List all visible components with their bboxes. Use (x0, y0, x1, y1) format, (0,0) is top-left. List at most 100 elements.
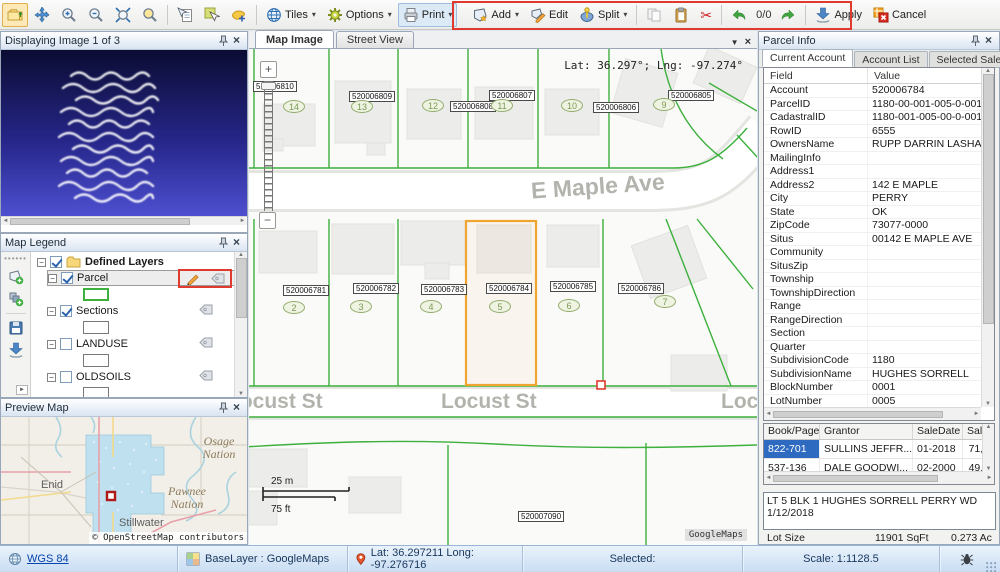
projection-link[interactable]: WGS 84 (27, 553, 69, 565)
scroll-down-icon[interactable]: ▼ (984, 466, 993, 472)
oldsoils-style-swatch[interactable] (83, 387, 109, 397)
lot-number[interactable]: 2 (283, 301, 305, 314)
tiles-button[interactable]: Tiles ▾ (261, 3, 321, 27)
overview-map[interactable]: Enid Osage Nation Pawnee Nation Stillwat… (1, 417, 247, 544)
lot-number[interactable]: 7 (654, 295, 676, 308)
parcel-id-label[interactable]: 520006784 (486, 283, 533, 294)
pin-icon[interactable] (969, 34, 982, 47)
tab-street-view[interactable]: Street View (335, 31, 414, 48)
zoom-slider-handle[interactable] (261, 82, 276, 90)
layer-checkbox[interactable] (60, 338, 72, 350)
landuse-style-swatch[interactable] (83, 354, 109, 367)
pan-button[interactable] (29, 3, 55, 27)
redo-button[interactable] (775, 3, 801, 27)
pin-icon[interactable] (217, 236, 230, 249)
zoom-in-button[interactable] (56, 3, 82, 27)
field-row[interactable]: Quarter (764, 340, 981, 354)
field-row[interactable]: SubdivisionName HUGHES SORRELL (764, 367, 981, 381)
sections-style-swatch[interactable] (83, 321, 109, 334)
field-row[interactable]: Situs 00142 E MAPLE AVE (764, 232, 981, 246)
cancel-button[interactable]: Cancel (868, 3, 931, 27)
close-icon[interactable]: × (982, 34, 995, 47)
parcel-id-label[interactable]: 520006806 (593, 102, 640, 113)
sales-hscrollbar[interactable]: ◄ ► (764, 471, 994, 484)
zoom-slider-track[interactable] (264, 81, 273, 211)
add-group-layer-button[interactable] (8, 291, 24, 307)
zoom-selection-button[interactable] (137, 3, 163, 27)
field-row[interactable]: Address1 (764, 165, 981, 179)
lot-number[interactable]: 4 (420, 300, 442, 313)
add-feature-layer-button[interactable] (8, 269, 24, 285)
layer-checkbox[interactable] (60, 371, 72, 383)
close-map-tab-icon[interactable]: × (745, 36, 751, 48)
drag-handle[interactable]: •••••• (4, 254, 27, 263)
lot-number[interactable]: 10 (561, 99, 583, 112)
scroll-left-icon[interactable]: ◄ (1, 218, 10, 224)
resize-grip[interactable] (986, 562, 996, 572)
parcel-id-label[interactable]: 520007090 (518, 511, 565, 522)
legal-description-box[interactable]: LT 5 BLK 1 HUGHES SORRELL PERRY WD 1/12/… (763, 492, 996, 530)
column-header-field[interactable]: Field (764, 68, 868, 83)
scroll-right-icon[interactable]: ► (972, 411, 981, 417)
column-header-grantor[interactable]: Grantor (820, 424, 913, 439)
scroll-thumb[interactable] (773, 474, 938, 482)
layer-checkbox[interactable] (60, 305, 72, 317)
field-row[interactable]: Range (764, 300, 981, 314)
parcel-id-label[interactable]: 520006785 (550, 281, 597, 292)
edit-parcel-button[interactable]: Edit (525, 3, 573, 27)
lot-number[interactable]: 12 (422, 99, 444, 112)
scroll-thumb[interactable] (982, 74, 994, 324)
split-parcel-button[interactable]: Split ▾ (574, 3, 632, 27)
edit-style-pencil-icon[interactable] (185, 272, 201, 285)
image-horizontal-scrollbar[interactable]: ◄ ► (1, 216, 247, 225)
collapse-icon[interactable]: − (47, 306, 56, 316)
collapse-icon[interactable]: − (48, 273, 57, 283)
column-header-bookpage[interactable]: Book/Page (764, 424, 820, 439)
vertex-marker[interactable] (596, 380, 606, 390)
apply-button[interactable]: Apply (810, 3, 867, 27)
scroll-up-icon[interactable]: ▲ (984, 424, 993, 430)
paste-button[interactable] (668, 3, 694, 27)
field-row[interactable]: State OK (764, 205, 981, 219)
scroll-right-icon[interactable]: ► (985, 475, 994, 481)
column-header-saledate[interactable]: SaleDate (913, 424, 963, 439)
layer-row-parcel[interactable]: − Parcel (47, 268, 235, 288)
baselayer-text[interactable]: BaseLayer : GoogleMaps (205, 553, 329, 565)
field-row[interactable]: Community (764, 246, 981, 260)
map-zoom-out-button[interactable]: − (259, 212, 276, 229)
field-row[interactable]: Section (764, 327, 981, 341)
zoom-extent-button[interactable] (110, 3, 136, 27)
tab-menu-chevron-icon[interactable]: ▼ (731, 38, 739, 47)
map-zoom-in-button[interactable]: + (260, 61, 277, 78)
print-button[interactable]: Print ▾ (397, 2, 458, 27)
layer-row-sections[interactable]: − Sections (47, 303, 247, 319)
field-grid-hscrollbar[interactable]: ◄ ► (764, 407, 981, 420)
cut-button[interactable]: ✂ (695, 3, 717, 27)
field-row[interactable]: Township (764, 273, 981, 287)
zoom-out-button[interactable] (83, 3, 109, 27)
field-row[interactable]: ZipCode 73077-0000 (764, 219, 981, 233)
debug-bug-icon[interactable] (960, 553, 974, 566)
field-row[interactable]: City PERRY (764, 192, 981, 206)
tab-selected-sales[interactable]: Selected Sales (928, 51, 1000, 67)
field-row[interactable]: RangeDirection (764, 313, 981, 327)
layer-row-oldsoils[interactable]: − OLDSOILS (47, 369, 247, 385)
field-row[interactable]: SubdivisionCode 1180 (764, 354, 981, 368)
sale-row[interactable]: 822-701 SULLINS JEFFR... 01-2018 71,0 (764, 440, 994, 459)
sale-bookpage[interactable]: 822-701 (764, 440, 820, 458)
collapse-icon[interactable]: − (37, 257, 46, 267)
parcel-id-label[interactable]: 520006783 (421, 284, 468, 295)
scroll-left-icon[interactable]: ◄ (764, 411, 773, 417)
scanned-document-image[interactable] (1, 50, 247, 216)
legend-vertical-scrollbar[interactable]: ▲ ▼ (234, 252, 247, 397)
undo-button[interactable] (726, 3, 752, 27)
close-icon[interactable]: × (230, 34, 243, 47)
lot-number[interactable]: 9 (653, 98, 675, 111)
add-parcel-button[interactable]: Add ▾ (467, 3, 524, 27)
field-row[interactable]: Account 520006784 (764, 84, 981, 98)
field-row[interactable]: OwnersName RUPP DARRIN LASHAE (764, 138, 981, 152)
close-icon[interactable]: × (230, 236, 243, 249)
field-row[interactable]: RowID 6555 (764, 124, 981, 138)
scroll-down-icon[interactable]: ▼ (237, 391, 246, 397)
parcel-id-label[interactable]: 520006781 (283, 285, 330, 296)
